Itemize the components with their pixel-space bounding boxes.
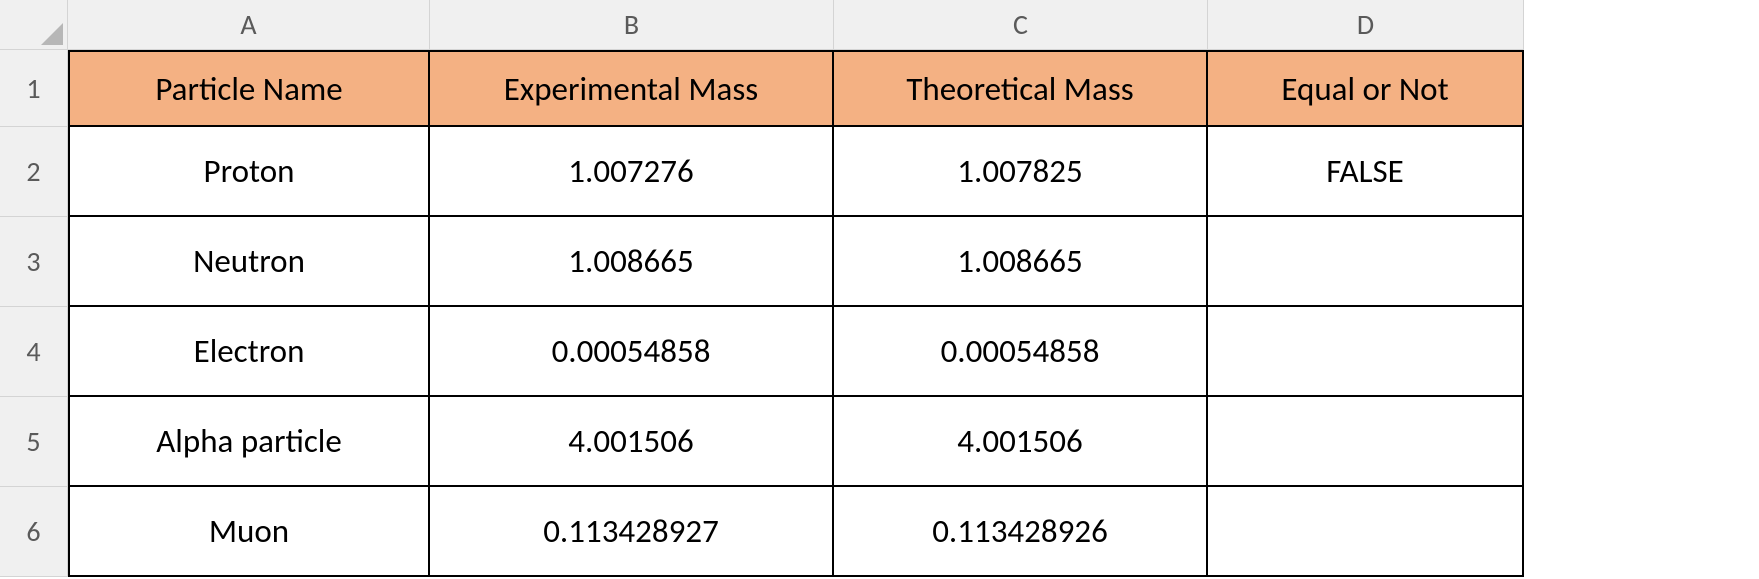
select-all-corner[interactable] — [0, 0, 68, 50]
row-header-1[interactable]: 1 — [0, 50, 68, 127]
cell-C6[interactable]: 0.113428926 — [834, 487, 1208, 577]
cell-A5[interactable]: Alpha particle — [68, 397, 430, 487]
row-header-5[interactable]: 5 — [0, 397, 68, 487]
cell-D6[interactable] — [1208, 487, 1524, 577]
row-header-6[interactable]: 6 — [0, 487, 68, 577]
cell-B6[interactable]: 0.113428927 — [430, 487, 834, 577]
cell-C4[interactable]: 0.00054858 — [834, 307, 1208, 397]
cell-B2[interactable]: 1.007276 — [430, 127, 834, 217]
cell-A3[interactable]: Neutron — [68, 217, 430, 307]
col-header-C[interactable]: C — [834, 0, 1208, 50]
col-header-B[interactable]: B — [430, 0, 834, 50]
cell-B5[interactable]: 4.001506 — [430, 397, 834, 487]
row-header-2[interactable]: 2 — [0, 127, 68, 217]
row-header-4[interactable]: 4 — [0, 307, 68, 397]
cell-B4[interactable]: 0.00054858 — [430, 307, 834, 397]
cell-B3[interactable]: 1.008665 — [430, 217, 834, 307]
cell-A4[interactable]: Electron — [68, 307, 430, 397]
cell-D4[interactable] — [1208, 307, 1524, 397]
cell-B1[interactable]: Experimental Mass — [430, 50, 834, 127]
cell-C3[interactable]: 1.008665 — [834, 217, 1208, 307]
cell-C1[interactable]: Theoretical Mass — [834, 50, 1208, 127]
cell-A1[interactable]: Particle Name — [68, 50, 430, 127]
cell-D1[interactable]: Equal or Not — [1208, 50, 1524, 127]
cell-A6[interactable]: Muon — [68, 487, 430, 577]
col-header-A[interactable]: A — [68, 0, 430, 50]
cell-C2[interactable]: 1.007825 — [834, 127, 1208, 217]
cell-D2[interactable]: FALSE — [1208, 127, 1524, 217]
spreadsheet-grid: A B C D 1 Particle Name Experimental Mas… — [0, 0, 1759, 577]
row-header-3[interactable]: 3 — [0, 217, 68, 307]
col-header-D[interactable]: D — [1208, 0, 1524, 50]
cell-D5[interactable] — [1208, 397, 1524, 487]
cell-A2[interactable]: Proton — [68, 127, 430, 217]
cell-C5[interactable]: 4.001506 — [834, 397, 1208, 487]
cell-D3[interactable] — [1208, 217, 1524, 307]
